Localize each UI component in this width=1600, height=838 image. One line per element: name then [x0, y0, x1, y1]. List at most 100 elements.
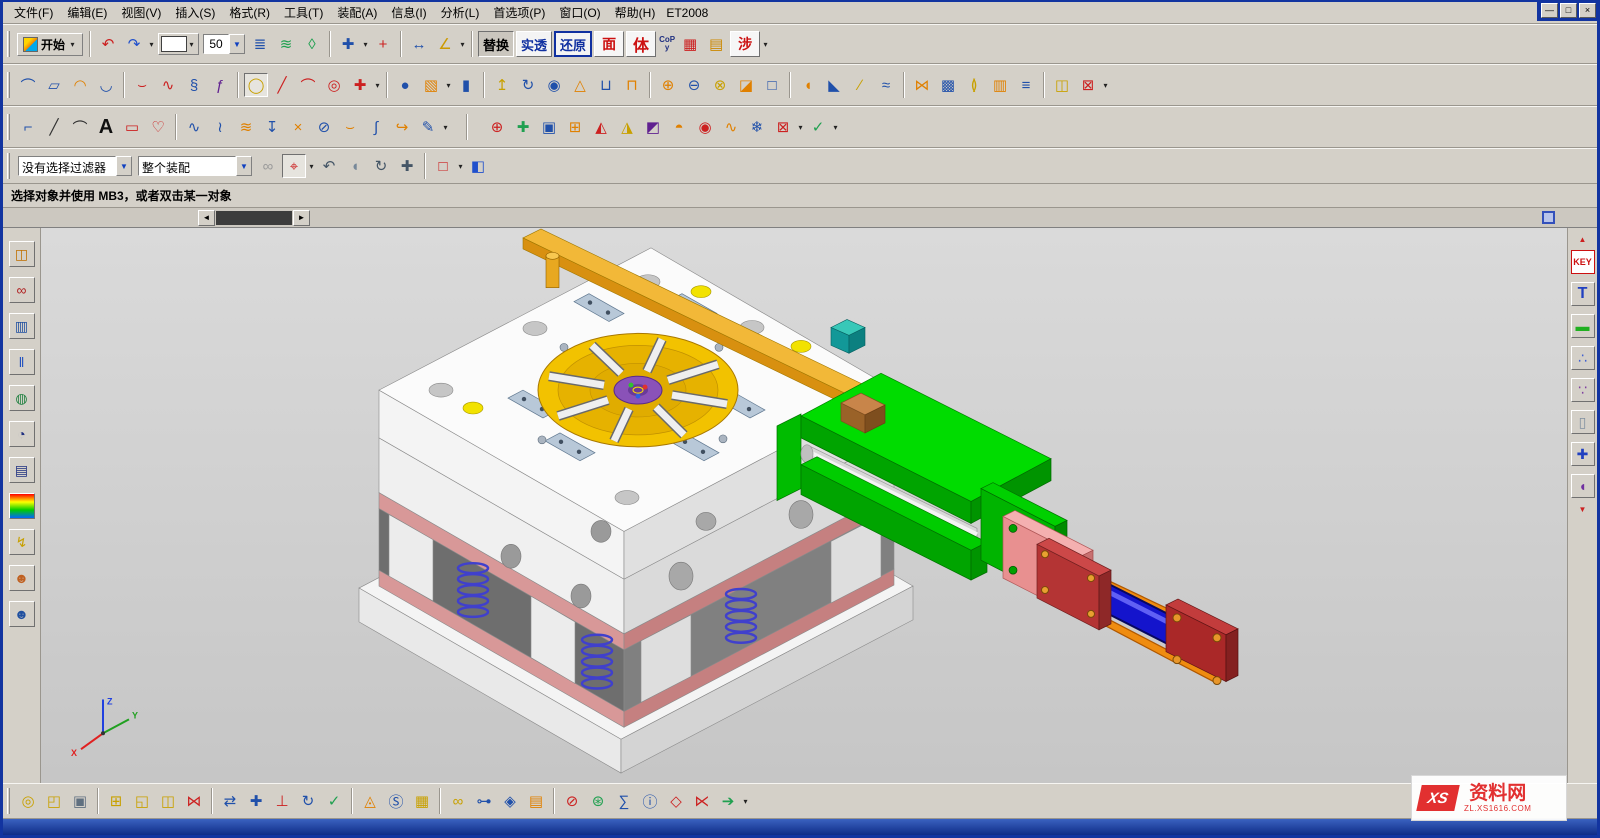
edge-blend-icon[interactable]: ◖	[796, 73, 820, 97]
assembly-sequence-icon[interactable]: Ⓢ	[384, 789, 408, 813]
roles-icon[interactable]: ☻	[9, 565, 35, 591]
revolve-icon[interactable]: ↻	[516, 73, 540, 97]
line-icon[interactable]: ╱	[42, 115, 66, 139]
patch-icon[interactable]: ▩	[936, 73, 960, 97]
slide-lifter-icon[interactable]: ◩	[641, 115, 665, 139]
molecule-icon[interactable]: ∵	[1571, 378, 1595, 402]
selection-filter-arrow-icon[interactable]: ▼	[116, 156, 132, 176]
display-color-swatch[interactable]: ▾	[158, 33, 199, 55]
hole-icon[interactable]: ◉	[542, 73, 566, 97]
offset-curve-icon[interactable]: ≋	[234, 115, 258, 139]
copy-display-icon[interactable]: CoPy	[658, 32, 676, 56]
drag-component-icon-arrow[interactable]: ▾	[741, 797, 750, 806]
line-tool-icon[interactable]: ╱	[270, 73, 294, 97]
fit-spline-icon[interactable]: ≀	[208, 115, 232, 139]
assembly-info-icon[interactable]: ⓘ	[638, 789, 662, 813]
point-tool-icon[interactable]: ✚	[348, 73, 372, 97]
product-interface-icon[interactable]: ◈	[498, 789, 522, 813]
section-surface-icon[interactable]: ◡	[94, 73, 118, 97]
add-component-icon[interactable]: ⊞	[104, 789, 128, 813]
material-icon[interactable]: ▬	[1571, 314, 1595, 338]
law-curve-icon[interactable]: ƒ	[208, 73, 232, 97]
create-array-icon[interactable]: ◫	[156, 789, 180, 813]
text-icon[interactable]: A	[94, 115, 118, 139]
core-cavity-icon[interactable]: ◮	[615, 115, 639, 139]
scroll-down-icon[interactable]: ▼	[1576, 503, 1590, 515]
select-rectangle-icon-arrow[interactable]: ▾	[456, 162, 465, 171]
select-rectangle-icon[interactable]: □	[431, 154, 455, 178]
arc-tool-icon[interactable]: ⌒	[296, 73, 320, 97]
wcs-dynamics-icon-arrow[interactable]: ▾	[361, 40, 370, 49]
scroll-thumb[interactable]	[216, 211, 292, 225]
extrude-icon[interactable]: ↥	[490, 73, 514, 97]
clearance-check-icon[interactable]: ◇	[664, 789, 688, 813]
palette-icon[interactable]	[9, 493, 35, 519]
menu-assembly[interactable]: 装配(A)	[330, 2, 384, 23]
explode-assembly-icon[interactable]: ◬	[358, 789, 382, 813]
menu-edit[interactable]: 编辑(E)	[60, 2, 114, 23]
visible-layers-icon[interactable]: ≋	[274, 32, 298, 56]
close-button[interactable]: ×	[1579, 3, 1596, 18]
toolbar-grip[interactable]	[7, 31, 10, 57]
work-layer-spinner[interactable]: 50 ▼	[203, 33, 245, 55]
electrode-icon[interactable]: ◓	[667, 115, 691, 139]
menu-insert[interactable]: 插入(S)	[168, 2, 222, 23]
new-component-icon[interactable]: ◱	[130, 789, 154, 813]
profile-icon[interactable]: ⌐	[16, 115, 40, 139]
deviation-analysis-icon[interactable]: ∑	[612, 789, 636, 813]
see-through-button[interactable]: 实透	[516, 31, 552, 57]
groups-icon[interactable]: ☻	[9, 601, 35, 627]
draft-icon[interactable]: ∕	[848, 73, 872, 97]
block-icon[interactable]: ▧	[419, 73, 443, 97]
measure-distance-icon[interactable]: ↔	[407, 32, 431, 56]
drag-component-icon[interactable]: ➔	[716, 789, 740, 813]
menu-information[interactable]: 信息(I)	[384, 2, 433, 23]
link-manager-icon[interactable]: ∞	[9, 277, 35, 303]
cylinder-icon[interactable]: ▮	[454, 73, 478, 97]
offset-surface-icon[interactable]: ≡	[1014, 73, 1038, 97]
reference-sets-icon[interactable]: ▤	[524, 789, 548, 813]
restore-button[interactable]: □	[1560, 3, 1577, 18]
interpart-select-icon[interactable]: ∞	[256, 154, 280, 178]
spline-icon[interactable]: ∿	[156, 73, 180, 97]
snap-point-icon[interactable]: ⌖	[282, 154, 306, 178]
workpiece-icon[interactable]: ▣	[537, 115, 561, 139]
replace-button[interactable]: 替换	[478, 31, 514, 57]
mold-trim-icon-arrow[interactable]: ▾	[796, 123, 805, 132]
layer-spinner-arrow-icon[interactable]: ▼	[229, 34, 245, 54]
block-icon-arrow[interactable]: ▾	[444, 81, 453, 90]
rotate-view-icon[interactable]: ↻	[369, 154, 393, 178]
toolbar-grip[interactable]	[7, 72, 10, 98]
edit-curve-icon-arrow[interactable]: ▾	[441, 123, 450, 132]
orient-view-icon[interactable]: ↶	[317, 154, 341, 178]
3d-model-canvas[interactable]: Z Y X	[41, 228, 1567, 783]
hydraulic-cylinder-model[interactable]	[1037, 538, 1238, 684]
subtract-icon[interactable]: ⊖	[682, 73, 706, 97]
instance-icon[interactable]: ◫	[1050, 73, 1074, 97]
cavity-layout-icon[interactable]: ⊞	[563, 115, 587, 139]
assembly-constraints-icon[interactable]: ⊥	[270, 789, 294, 813]
toolbar-grip[interactable]	[7, 153, 10, 179]
scroll-left-button[interactable]: ◄	[198, 210, 215, 226]
pan-view-icon[interactable]: ✚	[395, 154, 419, 178]
mold-base-model[interactable]	[359, 248, 913, 773]
find-component-icon[interactable]: ◎	[16, 789, 40, 813]
toolbar-grip[interactable]	[7, 114, 10, 140]
interference-button[interactable]: 涉	[730, 31, 760, 57]
selection-scope-arrow-icon[interactable]: ▼	[236, 156, 252, 176]
measure-angle-icon[interactable]: ∠	[433, 32, 457, 56]
measure-angle-icon-arrow[interactable]: ▾	[458, 40, 467, 49]
assembly-cut-icon[interactable]: ⊘	[560, 789, 584, 813]
toolbar-grip[interactable]	[7, 788, 10, 814]
open-component-icon[interactable]: ◰	[42, 789, 66, 813]
cooling-channel-icon[interactable]: ❄	[745, 115, 769, 139]
sew-icon[interactable]: ≬	[962, 73, 986, 97]
menu-view[interactable]: 视图(V)	[114, 2, 168, 23]
delete-face-icon-arrow[interactable]: ▾	[1101, 81, 1110, 90]
redo-icon[interactable]: ↷	[122, 32, 146, 56]
arrangements-icon[interactable]: ▦	[410, 789, 434, 813]
layer-settings-icon[interactable]: ≣	[248, 32, 272, 56]
show-dof-icon[interactable]: ↻	[296, 789, 320, 813]
chamfer-icon[interactable]: ◣	[822, 73, 846, 97]
component-groups-icon[interactable]: ⊛	[586, 789, 610, 813]
